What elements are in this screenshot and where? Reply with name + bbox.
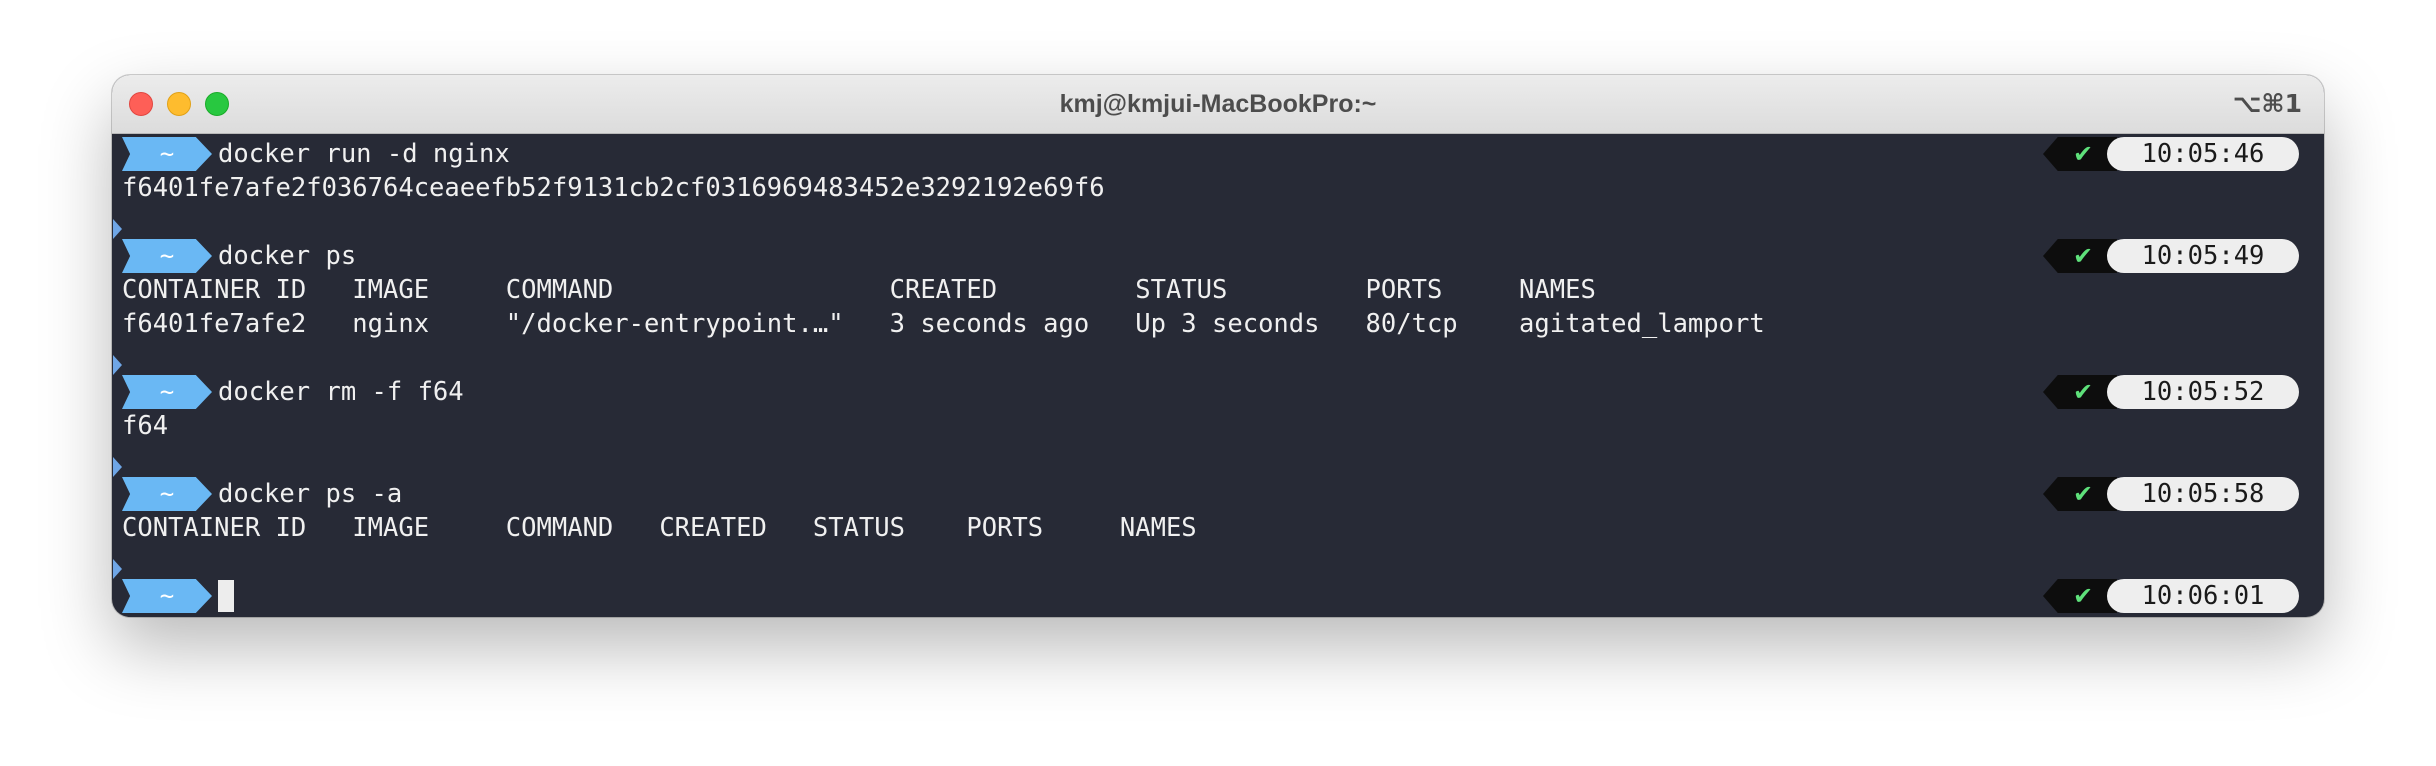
tab-shortcut-label: ⌥⌘1 [2232,89,2302,118]
success-check-icon: ✔ [2043,137,2117,171]
prompt-right-status: ✔ 10:05:58 [2043,477,2299,511]
terminal-content[interactable]: ~ docker run -d nginx ✔ 10:05:46 f6401fe… [112,134,2324,617]
output-table-header: CONTAINER ID IMAGE COMMAND CREATED STATU… [122,513,1197,543]
success-check-icon: ✔ [2043,239,2117,273]
prompt-dir-segment: ~ [122,477,212,511]
output-line: f64 [122,411,169,441]
prompt-time: 10:05:52 [2107,375,2299,409]
success-check-icon: ✔ [2043,477,2117,511]
prompt-marker-icon [113,355,122,375]
output-table-header: CONTAINER ID IMAGE COMMAND CREATED STATU… [122,275,1596,305]
prompt-dir-segment: ~ [122,239,212,273]
command-text: docker ps [218,241,357,271]
prompt-time: 10:05:46 [2107,137,2299,171]
window-title: kmj@kmjui-MacBookPro:~ [1059,90,1377,118]
prompt-dir-segment: ~ [122,375,212,409]
text-cursor[interactable] [218,580,234,612]
terminal-window: kmj@kmjui-MacBookPro:~ ⌥⌘1 ~ docker run … [112,75,2324,617]
prompt-marker-icon [113,559,122,579]
prompt-time: 10:06:01 [2107,579,2299,613]
prompt-right-status: ✔ 10:05:46 [2043,137,2299,171]
command-text: docker ps -a [218,479,403,509]
output-line: f6401fe7afe2f036764ceaeefb52f9131cb2cf03… [122,173,1105,203]
prompt-marker-icon [113,457,122,477]
title-bar: kmj@kmjui-MacBookPro:~ ⌥⌘1 [112,75,2324,134]
prompt-time: 10:05:58 [2107,477,2299,511]
command-text: docker rm -f f64 [218,377,464,407]
prompt-right-status: ✔ 10:06:01 [2043,579,2299,613]
prompt-marker-icon [113,219,122,239]
command-text: docker run -d nginx [218,139,510,169]
prompt-right-status: ✔ 10:05:52 [2043,375,2299,409]
prompt-dir-segment: ~ [122,137,212,171]
output-table-row: f6401fe7afe2 nginx "/docker-entrypoint.…… [122,309,1765,339]
success-check-icon: ✔ [2043,375,2117,409]
prompt-right-status: ✔ 10:05:49 [2043,239,2299,273]
prompt-dir-segment: ~ [122,579,212,613]
success-check-icon: ✔ [2043,579,2117,613]
prompt-time: 10:05:49 [2107,239,2299,273]
